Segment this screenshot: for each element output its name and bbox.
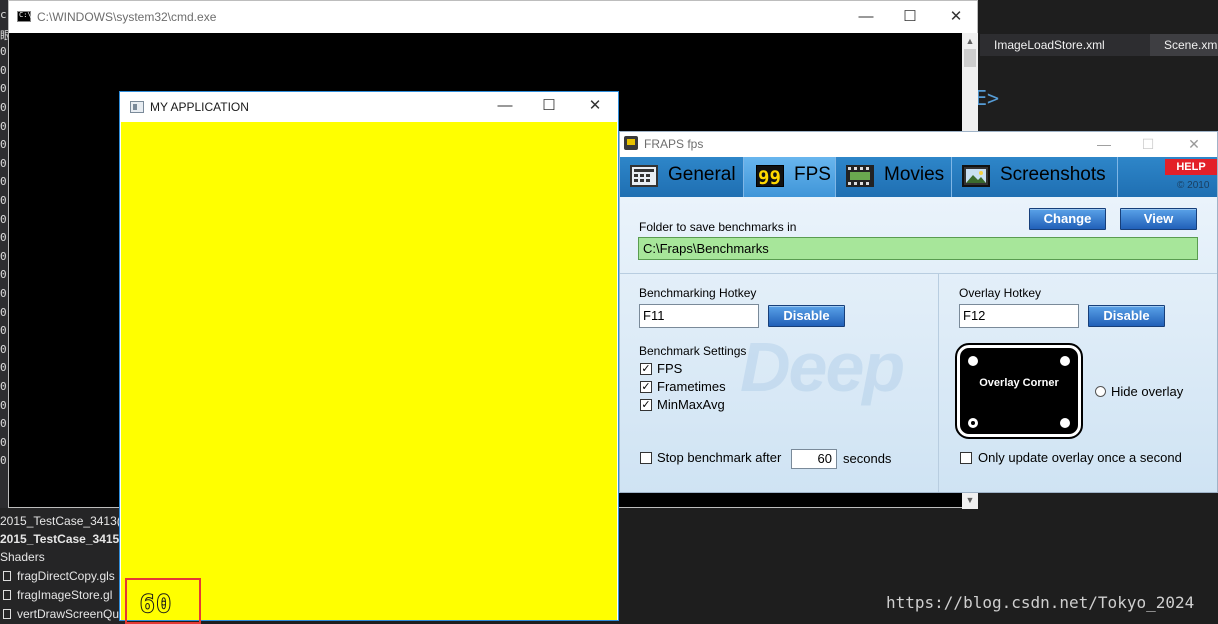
svg-text:99: 99 xyxy=(758,167,781,188)
cmd-minimize-button[interactable]: — xyxy=(843,1,889,33)
corner-top-left-radio[interactable] xyxy=(968,356,978,366)
hide-overlay-radio[interactable] xyxy=(1095,386,1106,397)
editor-tab-strip: ImageLoadStore.xml Scene.xm xyxy=(980,34,1218,56)
tab-movies-label: Movies xyxy=(884,164,945,185)
stop-benchmark-checkbox[interactable] xyxy=(640,452,652,464)
solution-item[interactable]: 2015_TestCase_3413(F xyxy=(0,512,125,531)
file-label: fragImageStore.gl xyxy=(17,588,113,602)
tab-general[interactable]: General xyxy=(620,157,744,197)
cmd-maximize-button[interactable]: ☐ xyxy=(887,1,933,33)
folder-label: Folder to save benchmarks in xyxy=(639,220,797,234)
overlay-corner-label: Overlay Corner xyxy=(979,377,1059,389)
tab-screenshots-label: Screenshots xyxy=(1000,164,1106,185)
picture-icon xyxy=(962,165,990,187)
fraps-maximize-button[interactable]: ☐ xyxy=(1125,132,1171,157)
frametimes-checkbox-label: Frametimes xyxy=(657,379,726,394)
tab-fps-label: FPS xyxy=(794,164,831,185)
benchmark-folder-field[interactable]: C:\Fraps\Benchmarks xyxy=(638,237,1198,260)
only-update-checkbox[interactable] xyxy=(960,452,972,464)
overlay-hotkey-input[interactable]: F12 xyxy=(959,304,1079,328)
corner-bottom-left-radio[interactable] xyxy=(968,418,978,428)
benchmark-settings-label: Benchmark Settings xyxy=(639,344,747,358)
column-divider xyxy=(938,274,939,492)
corner-top-right-radio[interactable] xyxy=(1060,356,1070,366)
file-icon xyxy=(3,590,11,600)
solution-explorer: 2015_TestCase_3413(F 2015_TestCase_3415(… xyxy=(0,508,125,624)
benchmark-hotkey-disable-button[interactable]: Disable xyxy=(768,305,845,327)
solution-item-startup[interactable]: 2015_TestCase_3415( xyxy=(0,530,123,549)
calculator-icon xyxy=(630,165,658,187)
my-application-window: MY APPLICATION — ☐ ✕ 60 xyxy=(119,91,619,624)
fraps-title: FRAPS fps xyxy=(644,137,704,151)
fraps-close-button[interactable]: ✕ xyxy=(1171,132,1217,157)
corner-bottom-right-radio[interactable] xyxy=(1060,418,1070,428)
minmaxavg-checkbox-label: MinMaxAvg xyxy=(657,397,725,412)
overlay-corner-selector[interactable]: Overlay Corner xyxy=(955,343,1083,439)
tab-fps[interactable]: 99 FPS xyxy=(744,157,836,197)
file-icon xyxy=(3,609,11,619)
fraps-titlebar[interactable]: FRAPS fps — ☐ ✕ xyxy=(620,132,1217,157)
solution-file-item[interactable]: fragDirectCopy.gls xyxy=(0,567,115,586)
tab-movies[interactable]: Movies xyxy=(836,157,952,197)
only-update-label: Only update overlay once a second xyxy=(978,450,1182,465)
app-close-button[interactable]: ✕ xyxy=(572,91,618,121)
app-minimize-button[interactable]: — xyxy=(482,91,528,121)
app-window-icon xyxy=(130,101,144,113)
fps-99-icon: 99 xyxy=(756,165,784,189)
seconds-label: seconds xyxy=(843,451,892,466)
section-divider xyxy=(620,273,1217,274)
solution-file-item[interactable]: vertDrawScreenQu xyxy=(0,605,119,624)
fps-checkbox[interactable]: ✓ xyxy=(640,363,652,375)
fraps-logo-watermark: Deep xyxy=(740,328,905,406)
app-maximize-button[interactable]: ☐ xyxy=(526,91,572,121)
fraps-window: FRAPS fps — ☐ ✕ General 99 FPS Movies Sc… xyxy=(619,131,1218,493)
tab-screenshots[interactable]: Screenshots xyxy=(952,157,1118,197)
change-button[interactable]: Change xyxy=(1029,208,1106,230)
benchmark-hotkey-label: Benchmarking Hotkey xyxy=(639,286,757,300)
file-label: vertDrawScreenQu xyxy=(17,607,120,621)
cmd-title: C:\WINDOWS\system32\cmd.exe xyxy=(37,10,217,24)
cmd-titlebar[interactable]: C:\. C:\WINDOWS\system32\cmd.exe — ☐ ✕ xyxy=(9,1,977,33)
editor-tab-scene[interactable]: Scene.xm xyxy=(1150,34,1218,56)
scroll-down-arrow-icon[interactable]: ▼ xyxy=(962,491,978,509)
file-icon xyxy=(3,571,11,581)
editor-code-fragment: E> xyxy=(975,86,1000,110)
fps-checkbox-label: FPS xyxy=(657,361,683,376)
hide-overlay-label: Hide overlay xyxy=(1111,384,1184,399)
app-titlebar[interactable]: MY APPLICATION — ☐ ✕ xyxy=(120,92,618,122)
frametimes-checkbox[interactable]: ✓ xyxy=(640,381,652,393)
stop-benchmark-seconds-input[interactable]: 60 xyxy=(791,449,837,469)
stop-benchmark-label: Stop benchmark after xyxy=(657,450,782,465)
scroll-thumb[interactable] xyxy=(964,49,976,67)
fraps-fps-panel: Deep Folder to save benchmarks in Change… xyxy=(620,197,1217,492)
overlay-hotkey-disable-button[interactable]: Disable xyxy=(1088,305,1165,327)
app-title: MY APPLICATION xyxy=(150,100,249,114)
copyright-text: © 2010 xyxy=(1177,180,1210,191)
benchmark-hotkey-input[interactable]: F11 xyxy=(639,304,759,328)
fraps-minimize-button[interactable]: — xyxy=(1081,132,1127,157)
minmaxavg-checkbox[interactable]: ✓ xyxy=(640,399,652,411)
film-icon xyxy=(846,165,874,187)
cmd-close-button[interactable]: ✕ xyxy=(933,1,979,33)
file-label: fragDirectCopy.gls xyxy=(17,569,115,583)
fraps-tab-bar: General 99 FPS Movies Screenshots HELP ©… xyxy=(620,157,1217,197)
fps-overlay-counter: 60 xyxy=(139,590,173,618)
overlay-hotkey-label: Overlay Hotkey xyxy=(959,286,1042,300)
fraps-app-icon xyxy=(624,136,638,150)
folder-shaders[interactable]: Shaders xyxy=(0,548,45,567)
solution-file-item[interactable]: fragImageStore.gl xyxy=(0,586,112,605)
view-button[interactable]: View xyxy=(1120,208,1197,230)
console-icon-text: C:\. xyxy=(19,11,36,19)
editor-tab-imageloadstore[interactable]: ImageLoadStore.xml xyxy=(980,34,1119,56)
render-canvas[interactable] xyxy=(121,122,617,620)
scroll-up-arrow-icon[interactable]: ▲ xyxy=(962,33,978,49)
csdn-watermark: https://blog.csdn.net/Tokyo_2024 xyxy=(886,593,1195,612)
help-button[interactable]: HELP xyxy=(1165,159,1217,175)
console-icon: C:\. xyxy=(17,11,36,22)
tab-general-label: General xyxy=(668,164,736,185)
